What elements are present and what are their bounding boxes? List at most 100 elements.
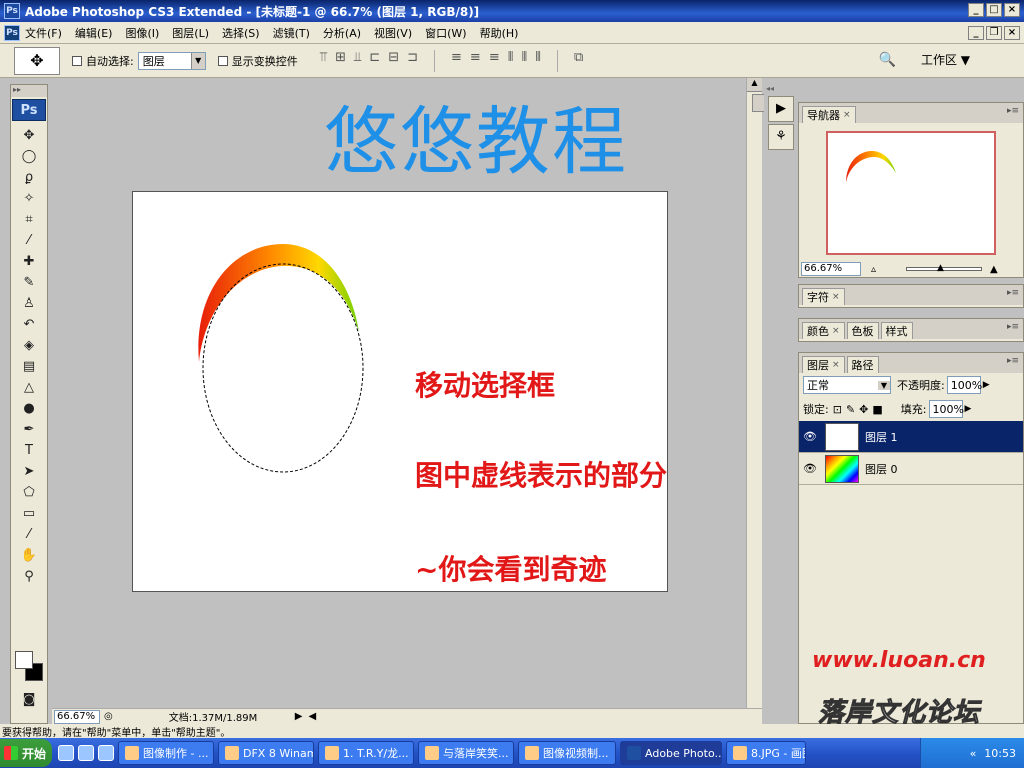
show-transform-checkbox[interactable] bbox=[217, 55, 228, 66]
menu-edit[interactable]: 编辑(E) bbox=[75, 25, 113, 41]
menu-image[interactable]: 图像(I) bbox=[125, 25, 159, 41]
zoom-field[interactable]: 66.67% bbox=[54, 709, 100, 724]
align-left-icon[interactable]: ⊏ bbox=[369, 50, 380, 72]
zoom-in-icon[interactable]: ▲ bbox=[990, 264, 998, 275]
align-bottom-icon[interactable]: ⫫ bbox=[354, 50, 361, 72]
task-button[interactable]: 1. T.R.Y/龙... bbox=[318, 741, 414, 765]
auto-align-icon[interactable]: ⧉ bbox=[574, 50, 583, 72]
eraser-tool-icon[interactable]: ◈ bbox=[11, 335, 47, 356]
doc-close-button[interactable]: × bbox=[1004, 26, 1020, 40]
dodge-tool-icon[interactable]: ● bbox=[11, 398, 47, 419]
image-canvas[interactable]: 移动选择框 图中虚线表示的部分 ~你会看到奇迹 bbox=[132, 191, 668, 592]
zoom-tool-icon[interactable]: ⚲ bbox=[11, 566, 47, 587]
zoom-out-icon[interactable]: ▵ bbox=[871, 264, 876, 275]
distribute-hcenter-icon[interactable]: ⦀ bbox=[521, 50, 527, 72]
menu-file[interactable]: 文件(F) bbox=[25, 25, 62, 41]
task-button[interactable]: DFX 8 Winamp bbox=[218, 741, 314, 765]
toolbox-grip[interactable]: ▸▸ bbox=[11, 85, 47, 97]
task-button-photoshop[interactable]: Adobe Photo... bbox=[620, 741, 722, 765]
menu-window[interactable]: 窗口(W) bbox=[425, 25, 466, 41]
tool-preset-picker[interactable]: ✥ bbox=[14, 46, 60, 75]
panel-menu-icon[interactable]: ▸≡ bbox=[1007, 322, 1019, 332]
bridge-icon[interactable]: 🔍 bbox=[879, 52, 896, 68]
status-options-icon[interactable]: ◎ bbox=[104, 711, 113, 722]
distribute-left-icon[interactable]: ⦀ bbox=[508, 50, 514, 72]
ps-logo[interactable]: Ps bbox=[12, 99, 46, 121]
hand-tool-icon[interactable]: ✋ bbox=[11, 545, 47, 566]
menu-select[interactable]: 选择(S) bbox=[222, 25, 260, 41]
lock-pixels-icon[interactable]: ✎ bbox=[846, 403, 855, 416]
magic-wand-icon[interactable]: ✧ bbox=[11, 188, 47, 209]
tool-presets-icon[interactable]: ⚘ bbox=[768, 124, 794, 150]
doc-restore-button[interactable]: ❐ bbox=[986, 26, 1002, 40]
type-tool-icon[interactable]: T bbox=[11, 440, 47, 461]
lock-position-icon[interactable]: ✥ bbox=[859, 403, 868, 416]
navigator-zoom-slider[interactable]: ▲ bbox=[906, 263, 983, 273]
align-right-icon[interactable]: ⊐ bbox=[407, 50, 418, 72]
task-button[interactable]: 与落岸笑笑... bbox=[418, 741, 514, 765]
opacity-arrow-icon[interactable]: ▶ bbox=[983, 380, 990, 390]
menu-view[interactable]: 视图(V) bbox=[374, 25, 412, 41]
crop-tool-icon[interactable]: ⌗ bbox=[11, 209, 47, 230]
actions-icon[interactable]: ▶ bbox=[768, 96, 794, 122]
status-menu-arrow-icon[interactable]: ▶ bbox=[295, 711, 303, 722]
distribute-top-icon[interactable]: ≡ bbox=[451, 50, 462, 72]
task-button[interactable]: 8.JPG - 画图 bbox=[726, 741, 806, 765]
distribute-vcenter-icon[interactable]: ≡ bbox=[470, 50, 481, 72]
shape-tool-icon[interactable]: ⬠ bbox=[11, 482, 47, 503]
maximize-button[interactable]: □ bbox=[986, 3, 1002, 17]
distribute-right-icon[interactable]: ⦀ bbox=[535, 50, 541, 72]
panel-menu-icon[interactable]: ▸≡ bbox=[1007, 288, 1019, 298]
eye-icon[interactable]: 👁 bbox=[799, 462, 821, 475]
slider-knob-icon[interactable]: ▲ bbox=[937, 263, 944, 273]
scroll-up-icon[interactable]: ▲ bbox=[747, 78, 762, 92]
scroll-left-icon[interactable]: ◀ bbox=[308, 711, 316, 722]
auto-select-dropdown[interactable]: 图层 ▼ bbox=[137, 51, 206, 70]
tab-character[interactable]: 字符 × bbox=[802, 288, 845, 305]
align-hcenter-icon[interactable]: ⊟ bbox=[388, 50, 399, 72]
dock-collapse-icon[interactable]: ◂◂ bbox=[766, 84, 796, 94]
fill-field[interactable]: 100% bbox=[928, 400, 964, 418]
quick-mask-icon[interactable]: ◙ bbox=[11, 689, 47, 710]
media-icon[interactable] bbox=[78, 745, 94, 761]
notes-tool-icon[interactable]: ▭ bbox=[11, 503, 47, 524]
distribute-bottom-icon[interactable]: ≡ bbox=[489, 50, 500, 72]
doc-minimize-button[interactable]: _ bbox=[968, 26, 984, 40]
opacity-field[interactable]: 100% bbox=[946, 376, 982, 394]
menu-help[interactable]: 帮助(H) bbox=[480, 25, 519, 41]
tab-paths[interactable]: 路径 bbox=[846, 356, 879, 373]
marquee-tool-icon[interactable]: ◯ bbox=[11, 146, 47, 167]
tab-color[interactable]: 颜色 × bbox=[802, 322, 845, 339]
ie-icon[interactable] bbox=[58, 745, 74, 761]
layer-row[interactable]: 👁 图层 1 bbox=[799, 421, 1023, 453]
brush-tool-icon[interactable]: ✎ bbox=[11, 272, 47, 293]
lock-transparency-icon[interactable]: ⊡ bbox=[833, 403, 842, 416]
menu-layer[interactable]: 图层(L) bbox=[172, 25, 209, 41]
navigator-zoom-field[interactable]: 66.67% bbox=[801, 262, 861, 276]
lasso-tool-icon[interactable]: ϼ bbox=[11, 167, 47, 188]
path-select-icon[interactable]: ➤ bbox=[11, 461, 47, 482]
eyedropper-icon[interactable]: ⁄ bbox=[11, 524, 47, 545]
tab-navigator[interactable]: 导航器 × bbox=[802, 106, 856, 123]
menu-analysis[interactable]: 分析(A) bbox=[323, 25, 361, 41]
healing-brush-icon[interactable]: ✚ bbox=[11, 251, 47, 272]
blur-tool-icon[interactable]: △ bbox=[11, 377, 47, 398]
slice-tool-icon[interactable]: ⁄ bbox=[11, 230, 47, 251]
task-button[interactable]: 图像视频制... bbox=[518, 741, 616, 765]
history-brush-icon[interactable]: ↶ bbox=[11, 314, 47, 335]
close-button[interactable]: × bbox=[1004, 3, 1020, 17]
tab-layers[interactable]: 图层 × bbox=[802, 356, 845, 373]
align-top-icon[interactable]: ⫪ bbox=[320, 50, 327, 72]
align-vcenter-icon[interactable]: ⊞ bbox=[335, 50, 346, 72]
task-button[interactable]: 图像制作 - ... bbox=[118, 741, 214, 765]
layer-row[interactable]: 👁 图层 0 bbox=[799, 453, 1023, 485]
tab-styles[interactable]: 样式 bbox=[880, 322, 913, 339]
vertical-scrollbar[interactable]: ▲ bbox=[746, 78, 765, 708]
foreground-color-swatch[interactable] bbox=[15, 651, 33, 669]
eye-icon[interactable]: 👁 bbox=[799, 430, 821, 443]
tray-icons[interactable]: « bbox=[970, 747, 977, 760]
fill-arrow-icon[interactable]: ▶ bbox=[965, 404, 972, 414]
auto-select-checkbox[interactable] bbox=[72, 55, 82, 66]
lock-all-icon[interactable]: ■ bbox=[872, 403, 882, 416]
tab-swatches[interactable]: 色板 bbox=[846, 322, 879, 339]
